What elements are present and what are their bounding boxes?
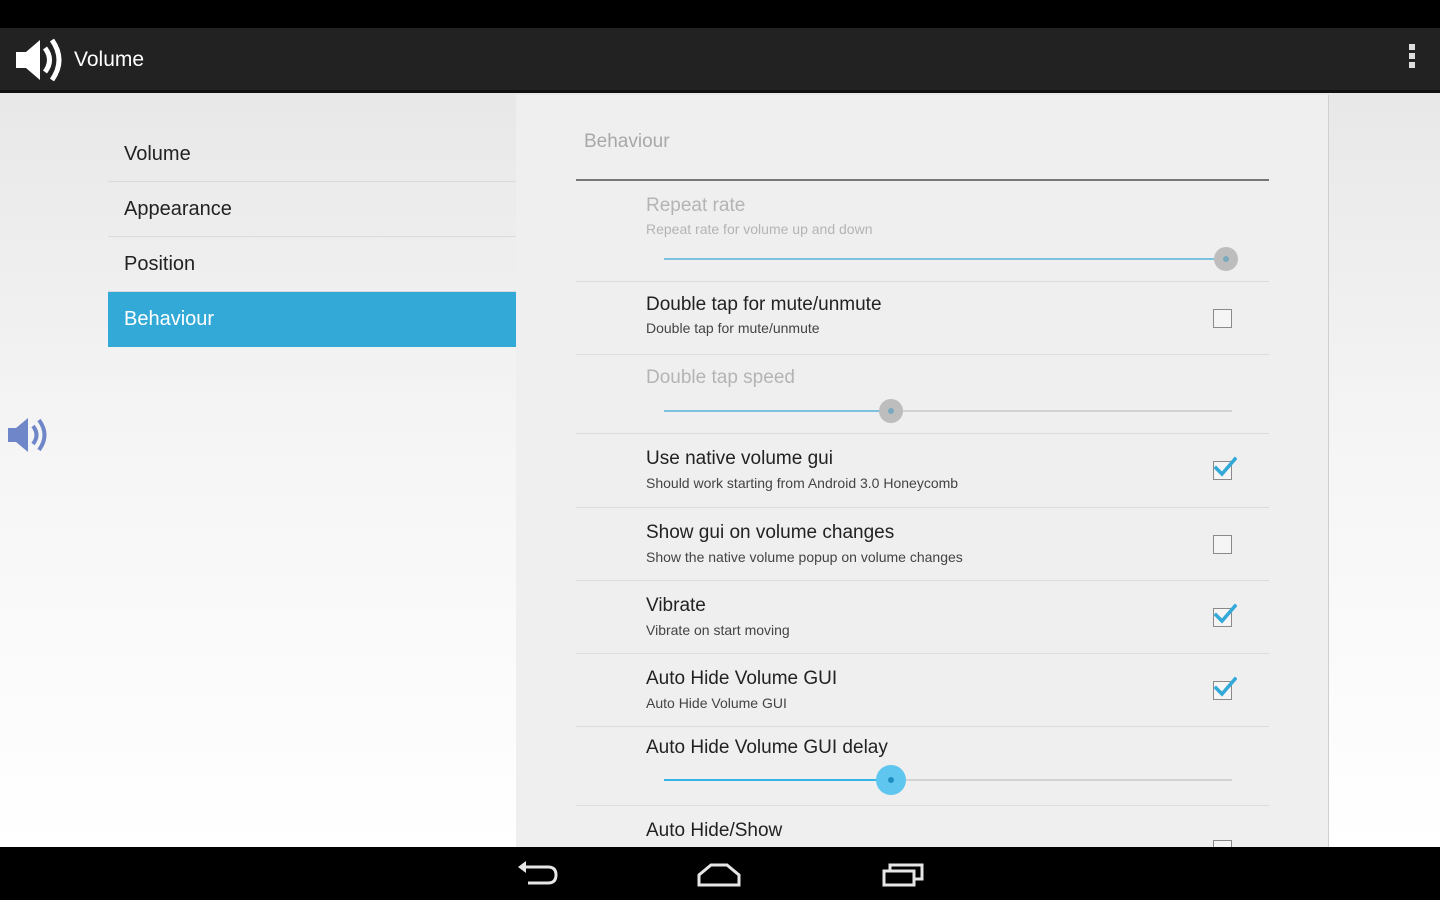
pref-auto-hide-delay: Auto Hide Volume GUI delay	[576, 727, 1269, 806]
auto-hide-show-checkbox[interactable]	[1213, 840, 1232, 847]
pref-title: Use native volume gui	[646, 448, 833, 469]
action-bar: Volume	[0, 28, 1440, 93]
show-gui-checkbox[interactable]	[1213, 535, 1232, 554]
double-tap-speed-slider[interactable]	[664, 396, 1232, 426]
pref-title: Show gui on volume changes	[646, 522, 895, 543]
pref-summary: Vibrate on start moving	[646, 622, 790, 638]
native-gui-checkbox[interactable]	[1213, 456, 1237, 480]
pref-vibrate[interactable]: Vibrate Vibrate on start moving	[576, 581, 1269, 654]
nav-item-appearance[interactable]: Appearance	[108, 182, 516, 237]
pref-auto-hide-show[interactable]: Auto Hide/Show	[576, 806, 1269, 847]
pref-summary: Should work starting from Android 3.0 Ho…	[646, 475, 959, 491]
nav-item-position[interactable]: Position	[108, 237, 516, 292]
pref-title: Double tap speed	[646, 367, 795, 388]
overflow-menu-icon[interactable]	[1406, 44, 1418, 76]
pref-title: Auto Hide Volume GUI delay	[646, 737, 888, 758]
speaker-icon[interactable]	[4, 411, 52, 459]
recents-icon[interactable]	[880, 859, 928, 889]
pref-double-tap-speed: Double tap speed	[576, 355, 1269, 434]
pref-title: Auto Hide/Show	[646, 820, 783, 841]
auto-hide-delay-slider[interactable]	[664, 765, 1232, 795]
slider-thumb[interactable]	[1214, 247, 1238, 271]
home-icon[interactable]	[695, 859, 743, 889]
pref-summary: Show the native volume popup on volume c…	[646, 549, 963, 565]
system-nav-bar	[0, 847, 1440, 900]
pref-title: Vibrate	[646, 595, 706, 616]
pref-auto-hide[interactable]: Auto Hide Volume GUI Auto Hide Volume GU…	[576, 654, 1269, 727]
pref-summary: Double tap for mute/unmute	[646, 320, 820, 336]
checkmark-icon	[1213, 676, 1237, 697]
app-title: Volume	[74, 48, 145, 71]
pref-summary: Auto Hide Volume GUI	[646, 695, 787, 711]
settings-nav: Volume Appearance Position Behaviour	[108, 127, 516, 347]
pref-native-gui[interactable]: Use native volume gui Should work starti…	[576, 434, 1269, 508]
repeat-rate-slider[interactable]	[664, 244, 1238, 274]
nav-item-volume[interactable]: Volume	[108, 127, 516, 182]
auto-hide-checkbox[interactable]	[1213, 676, 1237, 700]
slider-thumb[interactable]	[879, 399, 903, 423]
checkmark-icon	[1213, 603, 1237, 624]
preferences-panel: Behaviour Repeat rate Repeat rate for vo…	[516, 95, 1329, 847]
back-icon[interactable]	[514, 859, 562, 889]
pref-title: Auto Hide Volume GUI	[646, 668, 838, 689]
nav-item-behaviour[interactable]: Behaviour	[108, 292, 516, 347]
pref-repeat-rate: Repeat rate Repeat rate for volume up an…	[576, 183, 1269, 282]
status-bar	[0, 0, 1440, 28]
pref-title: Repeat rate	[646, 195, 746, 216]
double-tap-checkbox[interactable]	[1213, 309, 1232, 328]
pref-double-tap[interactable]: Double tap for mute/unmute Double tap fo…	[576, 282, 1269, 355]
content-area: Volume Appearance Position Behaviour Beh…	[0, 93, 1440, 847]
pref-show-gui[interactable]: Show gui on volume changes Show the nati…	[576, 508, 1269, 581]
category-divider	[576, 179, 1269, 181]
checkmark-icon	[1213, 456, 1237, 477]
vibrate-checkbox[interactable]	[1213, 603, 1237, 627]
speaker-icon[interactable]	[12, 34, 68, 86]
category-title: Behaviour	[584, 131, 670, 152]
slider-thumb[interactable]	[876, 765, 906, 795]
pref-title: Double tap for mute/unmute	[646, 294, 882, 315]
pref-summary: Repeat rate for volume up and down	[646, 221, 873, 237]
